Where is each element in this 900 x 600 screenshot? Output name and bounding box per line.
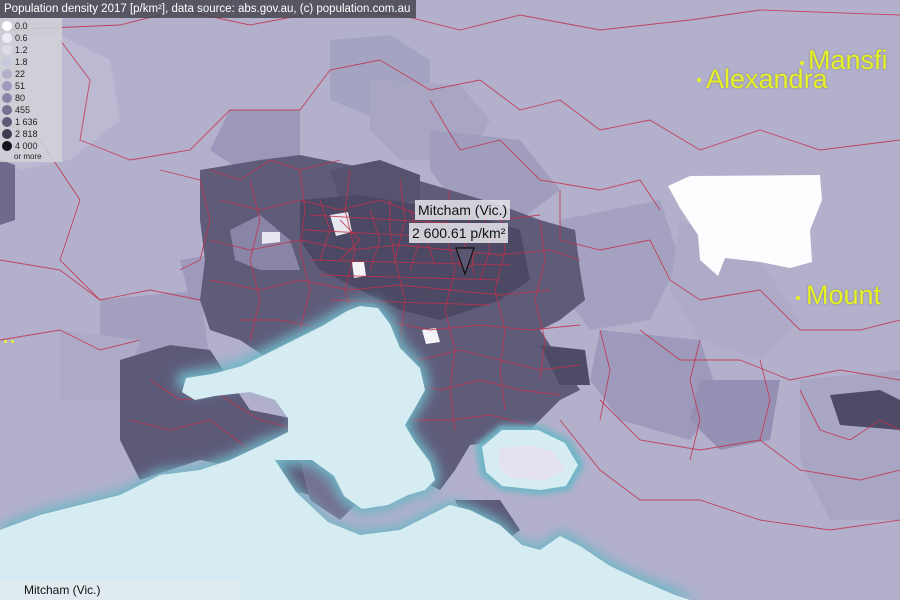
- density-legend: 0.0 0.6 1.2 1.8 22 51 80 455 1 636 2 818…: [0, 18, 62, 162]
- legend-item: 22: [0, 68, 62, 80]
- map-title-bar: Population density 2017 [p/km²], data so…: [0, 0, 417, 18]
- place-marker: [697, 78, 701, 82]
- place-marker: [4, 340, 7, 343]
- legend-item: 455: [0, 104, 62, 116]
- legend-swatch: [2, 117, 12, 127]
- legend-label: 2 818: [15, 129, 38, 139]
- map-title: Population density 2017 [p/km²], data so…: [4, 3, 411, 15]
- legend-item: 2 818: [0, 128, 62, 140]
- selected-area-label: Mitcham (Vic.): [24, 583, 101, 597]
- legend-swatch: [2, 33, 12, 43]
- tooltip-area-name: Mitcham (Vic.): [415, 200, 511, 220]
- legend-label: 22: [15, 69, 26, 79]
- place-label-mount[interactable]: Mount: [806, 280, 881, 310]
- legend-swatch: [2, 141, 12, 151]
- legend-item: 0.0: [0, 20, 62, 32]
- legend-label: 1.2: [15, 45, 28, 55]
- legend-item: 4 000: [0, 140, 62, 152]
- legend-swatch: [2, 45, 12, 55]
- legend-swatch: [2, 69, 12, 79]
- pointer-triangle-icon: [455, 247, 475, 276]
- legend-label: 80: [15, 93, 26, 103]
- legend-item: 80: [0, 92, 62, 104]
- place-marker: [796, 296, 800, 300]
- legend-more-label: or more: [14, 152, 42, 161]
- area-tooltip: Mitcham (Vic.) 2 600.61 p/km²: [408, 200, 524, 280]
- legend-item: 1.2: [0, 44, 62, 56]
- legend-label: 4 000: [15, 141, 38, 151]
- selected-area-bar: Mitcham (Vic.): [0, 581, 240, 600]
- legend-item: 51: [0, 80, 62, 92]
- place-marker: [800, 61, 804, 65]
- legend-item: 0.6: [0, 32, 62, 44]
- legend-item: 1 636: [0, 116, 62, 128]
- legend-swatch: [2, 81, 12, 91]
- legend-label: 51: [15, 81, 26, 91]
- place-marker: [11, 340, 14, 343]
- legend-item: 1.8: [0, 56, 62, 68]
- place-label-mansfield[interactable]: Mansfi: [808, 45, 888, 75]
- legend-label: 1.8: [15, 57, 28, 67]
- legend-label: 0.0: [15, 21, 28, 31]
- legend-swatch: [2, 105, 12, 115]
- legend-label: 1 636: [15, 117, 38, 127]
- legend-swatch: [2, 57, 12, 67]
- legend-label: 0.6: [15, 33, 28, 43]
- legend-swatch: [2, 93, 12, 103]
- tooltip-density-value: 2 600.61 p/km²: [409, 223, 509, 243]
- legend-label: 455: [15, 105, 31, 115]
- legend-swatch: [2, 21, 12, 31]
- legend-swatch: [2, 129, 12, 139]
